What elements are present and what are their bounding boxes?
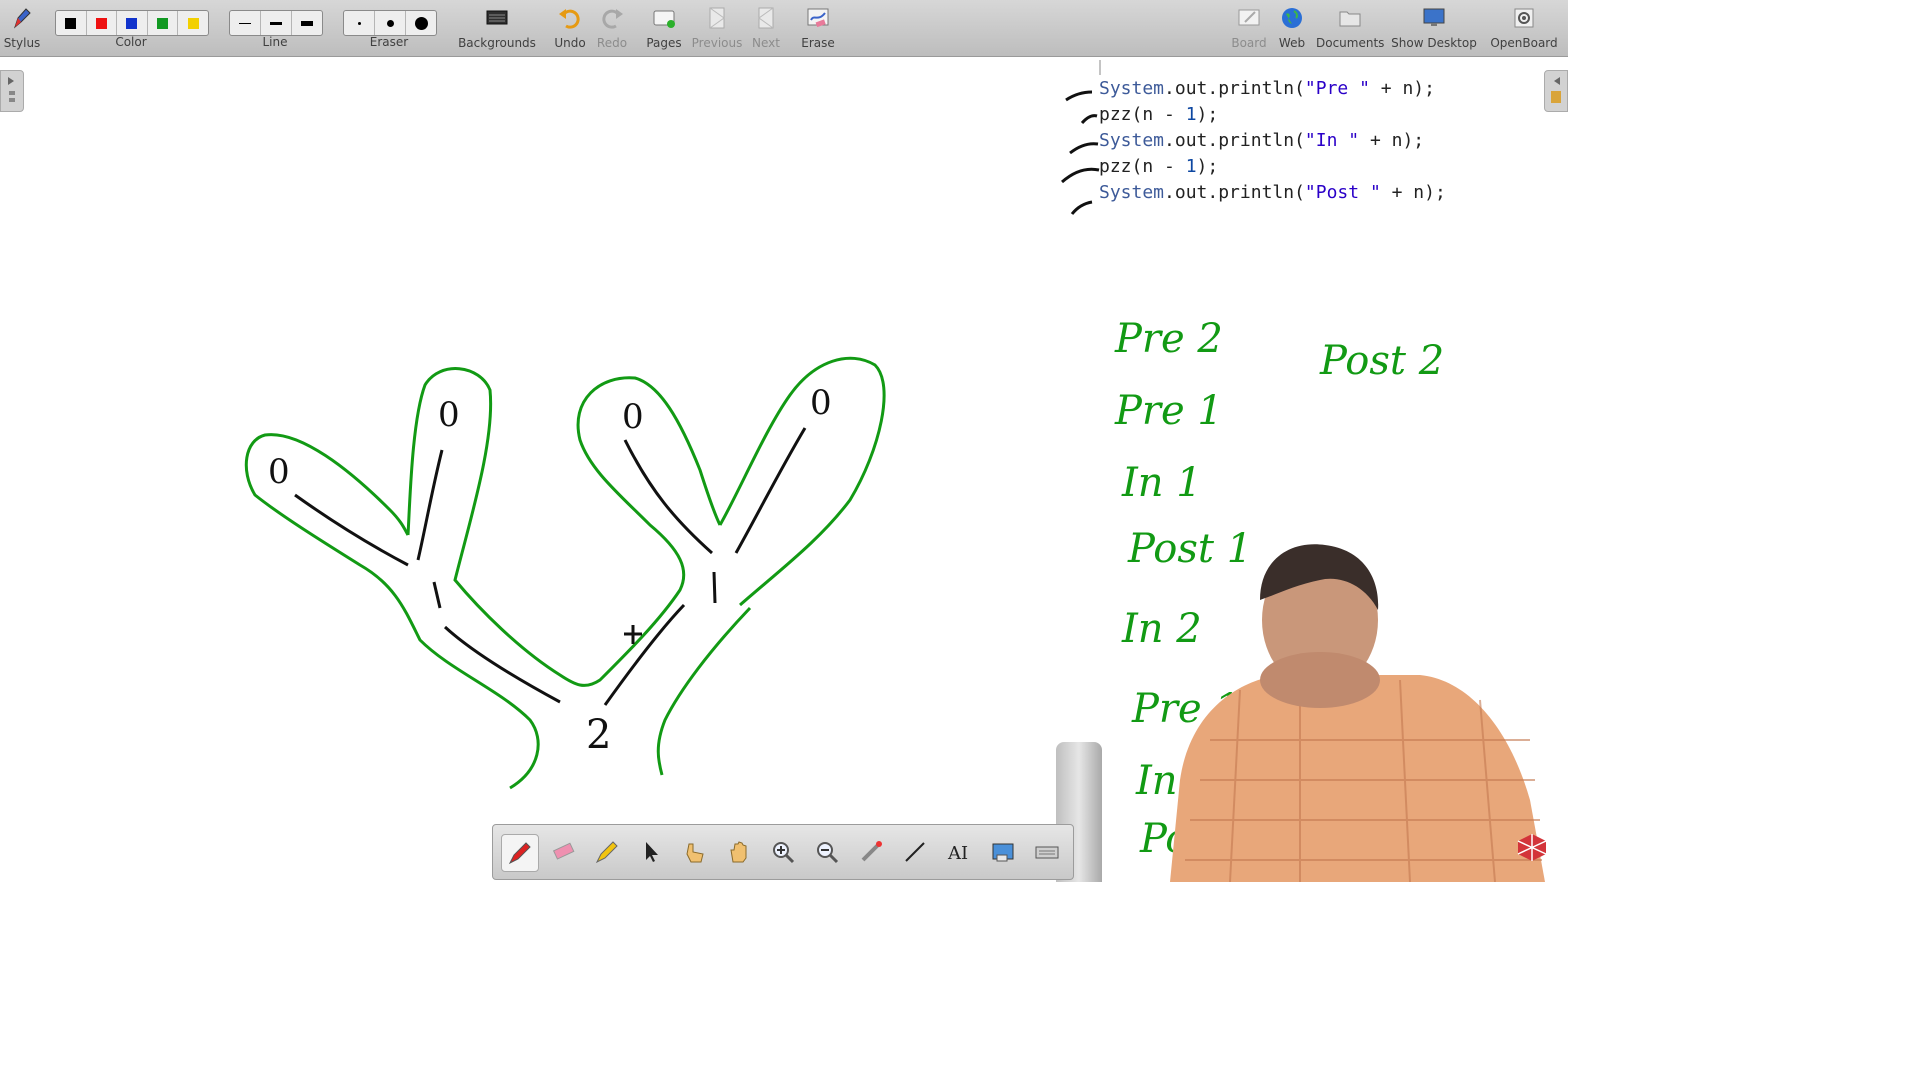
pen-tool-button[interactable] [501, 834, 539, 872]
line-icon [905, 842, 925, 862]
code-text: .out.println( [1164, 182, 1305, 203]
code-text: .out.println( [1164, 130, 1305, 151]
zoom-in-icon [773, 842, 795, 864]
laser-pointer-icon [861, 841, 882, 862]
svg-text:AI: AI [947, 843, 968, 864]
code-object: System [1099, 130, 1165, 151]
cursor-arrow-icon [646, 842, 658, 862]
tree-node-leaf: 0 [268, 452, 290, 492]
code-text: ); [1196, 104, 1219, 125]
stylus-palette: AI [492, 824, 1074, 880]
capture-tool-button[interactable] [985, 834, 1021, 870]
hand-icon [730, 841, 747, 863]
virtual-keyboard-button[interactable] [1029, 834, 1065, 870]
code-line: System.out.println("Pre " + n); [1099, 76, 1446, 102]
code-object: System [1099, 78, 1165, 99]
code-string: "In " [1304, 130, 1360, 151]
code-line: pzz(n - 1); [1099, 154, 1446, 180]
code-text: ); [1196, 156, 1219, 177]
text-tool-button[interactable]: AI [941, 834, 977, 870]
presenter-hand [1260, 652, 1380, 708]
channel-logo [1517, 834, 1547, 861]
code-text: pzz(n - [1099, 156, 1186, 177]
code-number: 1 [1185, 156, 1197, 177]
presenter-shirt [1170, 675, 1545, 882]
tree-node-leaf: 0 [438, 395, 460, 435]
laser-pointer-button[interactable] [853, 834, 889, 870]
select-tool-button[interactable] [633, 834, 669, 870]
code-snippet: System.out.println("Pre " + n); pzz(n - … [1099, 76, 1446, 206]
pen-icon [508, 842, 531, 865]
code-object: System [1099, 182, 1165, 203]
highlighter-icon [595, 841, 618, 864]
tree-outline [244, 356, 886, 790]
trace-entry: Pre 1 [1115, 388, 1223, 434]
trace-entry: Post 2 [1320, 338, 1445, 384]
keyboard-icon [1035, 846, 1059, 859]
code-string: "Post " [1304, 182, 1381, 203]
code-text: .out.println( [1164, 78, 1305, 99]
hand-pan-button[interactable] [721, 834, 757, 870]
eraser-icon [552, 842, 575, 860]
zoom-out-icon [817, 842, 839, 864]
code-text: + n); [1380, 182, 1446, 203]
trace-entry: Pre 2 [1115, 316, 1223, 362]
text-icon: AI [947, 843, 968, 864]
zoom-out-button[interactable] [809, 834, 845, 870]
tree-node-leaf: 0 [810, 383, 832, 423]
code-text: pzz(n - [1099, 104, 1186, 125]
trace-entry: In 1 [1122, 460, 1202, 506]
code-line: System.out.println("Post " + n); [1099, 180, 1446, 206]
code-line: pzz(n - 1); [1099, 102, 1446, 128]
annotation-arrows [1061, 90, 1100, 215]
code-line: System.out.println("In " + n); [1099, 128, 1446, 154]
line-tool-button[interactable] [897, 834, 933, 870]
highlighter-tool-button[interactable] [589, 834, 625, 870]
webcam-overlay [1170, 544, 1545, 882]
code-text: + n); [1359, 130, 1425, 151]
code-string: "Pre " [1304, 78, 1370, 99]
tree-node-root: 2 [586, 712, 612, 758]
tree-node-leaf: 0 [622, 397, 644, 437]
pointing-hand-icon [686, 843, 704, 863]
eraser-tool-button[interactable] [545, 834, 581, 870]
interact-tool-button[interactable] [677, 834, 713, 870]
zoom-in-button[interactable] [765, 834, 801, 870]
capture-icon [992, 843, 1014, 862]
code-number: 1 [1185, 104, 1197, 125]
code-text: + n); [1369, 78, 1435, 99]
tree-edges [294, 427, 807, 706]
